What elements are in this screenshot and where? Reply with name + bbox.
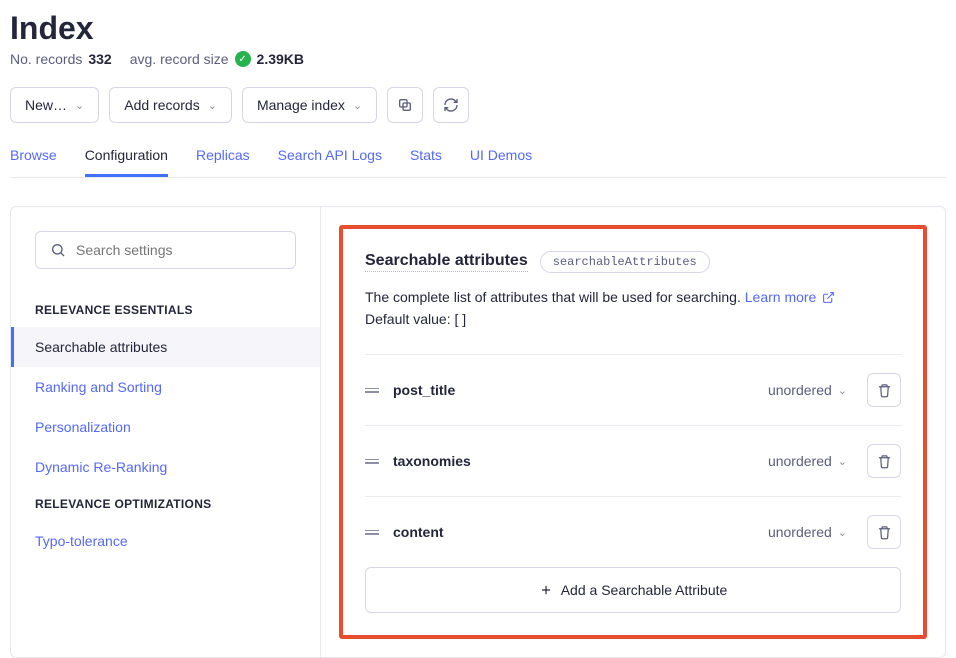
tab-configuration[interactable]: Configuration (85, 147, 168, 177)
attribute-name: content (393, 524, 754, 540)
delete-attribute-button[interactable] (867, 444, 901, 478)
delete-attribute-button[interactable] (867, 515, 901, 549)
sidebar-item-ranking-and-sorting[interactable]: Ranking and Sorting (11, 367, 320, 407)
add-searchable-attribute-button[interactable]: Add a Searchable Attribute (365, 567, 901, 613)
manage-index-button[interactable]: Manage index ⌄ (242, 87, 377, 123)
learn-more-link[interactable]: Learn more (745, 289, 835, 305)
attribute-mode-label: unordered (768, 453, 832, 469)
chevron-down-icon: ⌄ (75, 99, 84, 112)
attribute-mode-select[interactable]: unordered ⌄ (768, 453, 853, 469)
add-records-label: Add records (124, 97, 199, 113)
sidebar-item-searchable-attributes[interactable]: Searchable attributes (11, 327, 320, 367)
delete-attribute-button[interactable] (867, 373, 901, 407)
copy-icon (397, 97, 413, 113)
copy-button[interactable] (387, 87, 423, 123)
refresh-button[interactable] (433, 87, 469, 123)
attribute-mode-label: unordered (768, 382, 832, 398)
records-label: No. records (10, 51, 82, 67)
settings-sidebar: RELEVANCE ESSENTIALSSearchable attribute… (11, 207, 321, 657)
attribute-name: taxonomies (393, 453, 754, 469)
chevron-down-icon: ⌄ (208, 99, 217, 112)
trash-icon (877, 383, 892, 398)
search-settings-input[interactable] (76, 242, 281, 258)
toolbar: New… ⌄ Add records ⌄ Manage index ⌄ (10, 87, 946, 123)
sidebar-section-title: RELEVANCE OPTIMIZATIONS (11, 487, 320, 521)
refresh-icon (443, 97, 459, 113)
index-stats: No. records 332 avg. record size ✓ 2.39K… (10, 51, 946, 67)
drag-handle-icon[interactable] (365, 459, 379, 464)
avg-size-value: 2.39KB (257, 51, 304, 67)
chevron-down-icon: ⌄ (838, 526, 847, 539)
main-panel: Searchable attributes searchableAttribut… (321, 207, 945, 657)
trash-icon (877, 525, 892, 540)
attribute-row: taxonomies unordered ⌄ (365, 425, 901, 496)
attribute-mode-select[interactable]: unordered ⌄ (768, 382, 853, 398)
search-icon (50, 242, 66, 258)
learn-more-label: Learn more (745, 289, 817, 305)
new-button[interactable]: New… ⌄ (10, 87, 99, 123)
tab-replicas[interactable]: Replicas (196, 147, 250, 177)
attribute-mode-select[interactable]: unordered ⌄ (768, 524, 853, 540)
chevron-down-icon: ⌄ (838, 384, 847, 397)
external-link-icon (822, 291, 835, 304)
default-value-label: Default value: [ ] (365, 311, 466, 327)
new-button-label: New… (25, 97, 67, 113)
sidebar-item-personalization[interactable]: Personalization (11, 407, 320, 447)
tab-ui-demos[interactable]: UI Demos (470, 147, 532, 177)
manage-index-label: Manage index (257, 97, 345, 113)
drag-handle-icon[interactable] (365, 388, 379, 393)
tab-search-api-logs[interactable]: Search API Logs (278, 147, 382, 177)
api-param-name: searchableAttributes (540, 251, 710, 273)
attribute-mode-label: unordered (768, 524, 832, 540)
page-title: Index (10, 10, 946, 47)
check-icon: ✓ (235, 51, 251, 67)
attribute-name: post_title (393, 382, 754, 398)
section-description: The complete list of attributes that wil… (365, 289, 745, 305)
plus-icon (539, 583, 553, 597)
tab-browse[interactable]: Browse (10, 147, 57, 177)
avg-size-label: avg. record size (130, 51, 229, 67)
sidebar-section-title: RELEVANCE ESSENTIALS (11, 293, 320, 327)
add-attr-label: Add a Searchable Attribute (561, 582, 728, 598)
search-settings-box[interactable] (35, 231, 296, 269)
section-title: Searchable attributes (365, 252, 528, 272)
tab-stats[interactable]: Stats (410, 147, 442, 177)
records-value: 332 (88, 51, 111, 67)
drag-handle-icon[interactable] (365, 530, 379, 535)
attribute-row: content unordered ⌄ (365, 496, 901, 567)
chevron-down-icon: ⌄ (838, 455, 847, 468)
tabs: Browse Configuration Replicas Search API Lo… (10, 147, 946, 178)
sidebar-item-dynamic-re-ranking[interactable]: Dynamic Re-Ranking (11, 447, 320, 487)
add-records-button[interactable]: Add records ⌄ (109, 87, 232, 123)
sidebar-item-typo-tolerance[interactable]: Typo-tolerance (11, 521, 320, 561)
trash-icon (877, 454, 892, 469)
chevron-down-icon: ⌄ (353, 99, 362, 112)
attribute-row: post_title unordered ⌄ (365, 354, 901, 425)
